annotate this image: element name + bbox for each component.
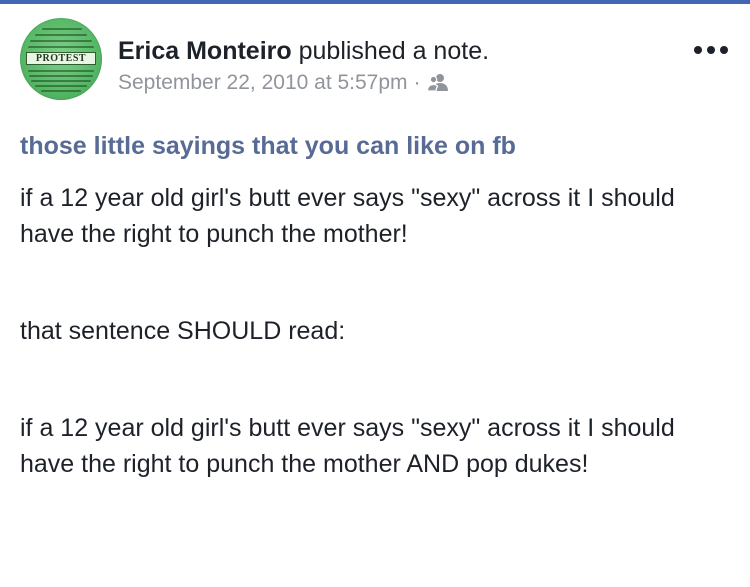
avatar[interactable]: PROTEST [20,18,102,100]
note-paragraph: if a 12 year old girl's butt ever says "… [20,414,675,478]
note-title-link[interactable]: those little sayings that you can like o… [20,130,516,162]
post-timestamp[interactable]: September 22, 2010 at 5:57pm [118,71,408,94]
author-name-link[interactable]: Erica Monteiro [118,37,292,65]
friends-icon[interactable] [426,72,449,92]
post-header: PROTEST Erica Monteiro published a note.… [20,18,730,102]
more-options-button[interactable] [694,40,730,60]
author-line: Erica Monteiro published a note. [118,36,489,66]
post-action-text: published a note. [298,37,490,65]
post-meta: September 22, 2010 at 5:57pm · [118,70,449,96]
note-paragraph: that sentence SHOULD read: [20,317,346,345]
avatar-protest-label: PROTEST [26,52,96,65]
more-options-icon [694,46,702,54]
meta-separator: · [413,71,421,94]
top-accent-bar [0,0,750,4]
note-paragraph: if a 12 year old girl's butt ever says "… [20,184,675,248]
